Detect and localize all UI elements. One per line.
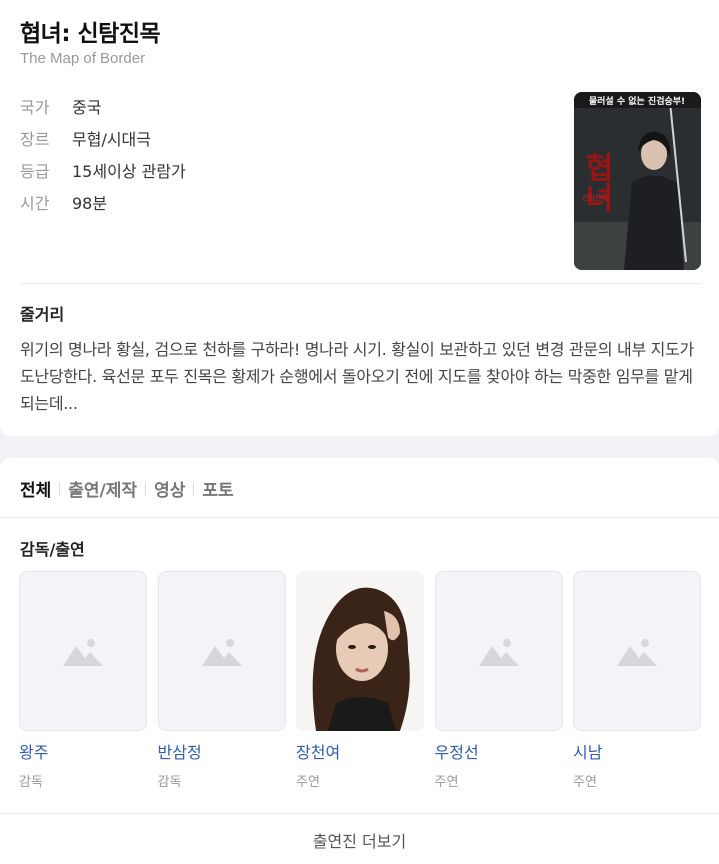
tab-photo[interactable]: 포토	[202, 476, 233, 501]
info-value: 무협/시대극	[72, 130, 151, 149]
info-value: 15세이상 관람가	[72, 162, 186, 181]
cast-photo-placeholder[interactable]	[157, 571, 286, 731]
cast-role: 주연	[434, 775, 459, 790]
synopsis-heading: 줄거리	[20, 305, 65, 324]
cast-role: 감독	[19, 775, 43, 790]
divider	[0, 517, 719, 518]
cast-name[interactable]: 시남	[573, 739, 701, 763]
info-row-rating: 등급 15세이상 관람가	[20, 154, 186, 186]
cast-item[interactable]: 반삼정 감독	[157, 571, 286, 790]
image-placeholder-icon	[478, 639, 519, 666]
cast-role: 주연	[296, 775, 320, 790]
cast-item[interactable]: 장천여 주연	[296, 571, 424, 790]
tab-cast-crew[interactable]: 출연/제작	[68, 476, 137, 501]
tab-separator	[193, 482, 195, 495]
tab-separator	[145, 482, 147, 495]
poster-tagline: 물러설 수 없는 진검승부!	[589, 95, 685, 107]
info-row-country: 국가 중국	[20, 90, 186, 122]
cast-photo-placeholder[interactable]	[19, 571, 147, 731]
cast-photo-placeholder[interactable]	[573, 571, 701, 731]
poster-image: 물러설 수 없는 진검승부! 협녀 신탐진목	[574, 92, 701, 270]
tab-all[interactable]: 전체	[20, 476, 51, 501]
tab-separator	[59, 482, 61, 495]
cast-role: 감독	[157, 775, 182, 790]
tab-bar: 전체 출연/제작 영상 포토	[20, 476, 234, 501]
actor-portrait	[296, 571, 424, 731]
divider	[20, 283, 701, 284]
movie-title: 협녀: 신탐진목	[20, 21, 161, 47]
cast-role: 주연	[573, 775, 597, 790]
cast-photo-placeholder[interactable]	[434, 571, 563, 731]
info-value: 98분	[72, 194, 108, 213]
cast-name[interactable]: 우정선	[435, 739, 563, 763]
cast-item[interactable]: 시남 주연	[573, 571, 701, 790]
movie-poster[interactable]: 물러설 수 없는 진검승부! 협녀 신탐진목	[574, 92, 701, 270]
info-row-genre: 장르 무협/시대극	[20, 122, 186, 154]
cast-item[interactable]: 우정선 주연	[434, 571, 563, 790]
cast-name[interactable]: 장천여	[296, 739, 424, 763]
info-key: 시간	[20, 194, 50, 213]
image-placeholder-icon	[617, 639, 657, 666]
cast-name[interactable]: 왕주	[19, 739, 147, 763]
cast-photo[interactable]	[296, 571, 424, 731]
cast-card: 전체 출연/제작 영상 포토 감독/출연 왕주 감독 반삼정 감독 장천여 주연…	[0, 458, 719, 864]
info-key: 장르	[20, 130, 50, 149]
cast-name[interactable]: 반삼정	[158, 739, 286, 763]
poster-title-text: 협녀	[579, 152, 614, 212]
more-cast-button[interactable]: 출연진 더보기	[0, 828, 719, 852]
movie-subtitle: The Map of Border	[20, 50, 146, 67]
image-placeholder-icon	[63, 639, 103, 666]
info-key: 국가	[20, 98, 50, 117]
cast-item[interactable]: 왕주 감독	[19, 571, 147, 790]
poster-subtitle-text: 신탐진목	[582, 193, 608, 202]
info-value: 중국	[72, 98, 102, 117]
info-row-runtime: 시간 98분	[20, 186, 186, 218]
info-list: 국가 중국 장르 무협/시대극 등급 15세이상 관람가 시간 98분	[20, 90, 186, 218]
image-placeholder-icon	[201, 639, 242, 666]
synopsis-text: 위기의 명나라 황실, 검으로 천하를 구하라! 명나라 시기. 황실이 보관하…	[20, 340, 694, 413]
cast-heading: 감독/출연	[20, 540, 85, 559]
cast-list: 왕주 감독 반삼정 감독 장천여 주연 우정선 주연 시남 주연	[19, 571, 701, 790]
tab-video[interactable]: 영상	[154, 476, 185, 501]
info-key: 등급	[20, 162, 50, 181]
divider	[0, 813, 719, 814]
movie-info-card: 협녀: 신탐진목 The Map of Border 국가 중국 장르 무협/시…	[0, 0, 719, 436]
